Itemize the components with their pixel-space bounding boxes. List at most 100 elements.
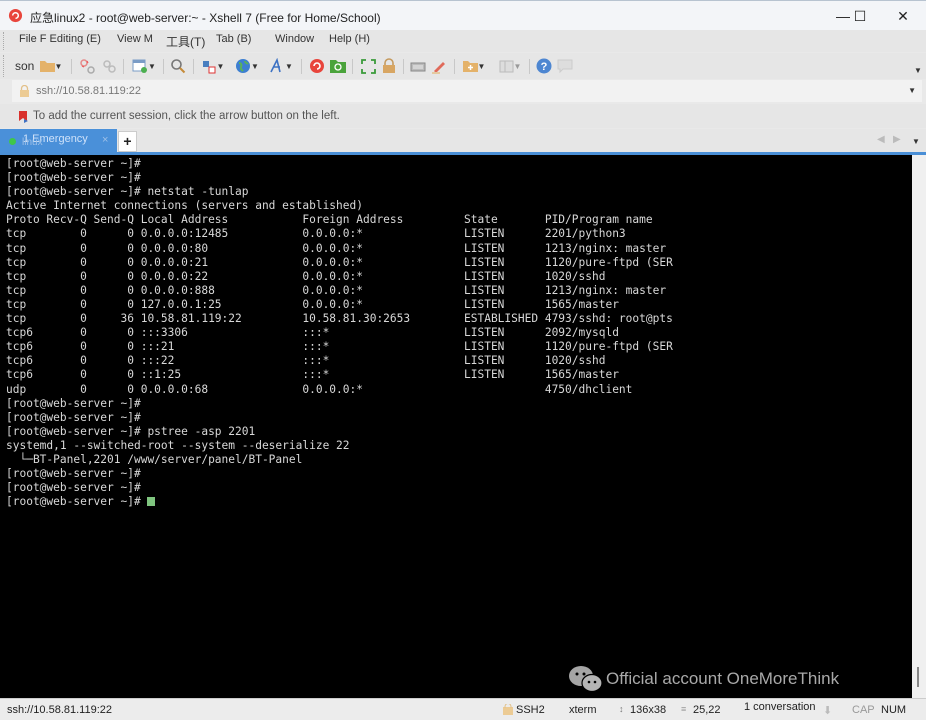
- toolbar-separator: [163, 59, 164, 74]
- maximize-button[interactable]: ☐: [840, 5, 880, 27]
- chevron-down-icon: ▼: [477, 61, 486, 71]
- sessions-arrow-icon[interactable]: ⬇: [823, 704, 832, 717]
- search-icon: [171, 59, 186, 74]
- lock-icon: [20, 85, 29, 97]
- status-num: NUM: [881, 704, 907, 716]
- toolbar-separator: [352, 59, 353, 74]
- menu-help[interactable]: Help (H): [329, 33, 370, 45]
- tab-list-dropdown-icon[interactable]: ▼: [912, 137, 920, 146]
- terminal-area[interactable]: [root@web-server ~]# [root@web-server ~]…: [0, 155, 912, 698]
- xshell-app-icon: [8, 8, 23, 23]
- help-button[interactable]: ?: [535, 57, 553, 75]
- terminal-line: tcp 0 0 0.0.0.0:888 0.0.0.0:* LISTEN 121…: [6, 283, 667, 297]
- chat-button[interactable]: [556, 57, 574, 75]
- terminal-cursor: [147, 497, 156, 507]
- keyboard-button[interactable]: [409, 57, 427, 75]
- scrollbar-thumb[interactable]: [917, 667, 919, 687]
- xftp-button[interactable]: [329, 57, 347, 75]
- terminal-line: [root@web-server ~]#: [6, 467, 141, 481]
- cursor-icon: ≡: [681, 704, 687, 714]
- status-cursor: 25,22: [693, 704, 721, 716]
- help-icon: ?: [536, 58, 552, 74]
- address-bar[interactable]: ssh://10.58.81.119:22 ▼: [12, 80, 922, 102]
- toolbar-separator: [403, 59, 404, 74]
- terminal-line: tcp 0 0 0.0.0.0:21 0.0.0.0:* LISTEN 1120…: [6, 255, 673, 269]
- toolbar-separator: [123, 59, 124, 74]
- status-terminal-type: xterm: [569, 704, 597, 716]
- terminal-line: Active Internet connections (servers and…: [6, 199, 363, 213]
- chevron-down-icon: ▼: [216, 61, 225, 71]
- globe-button[interactable]: ▼: [233, 57, 261, 75]
- fullscreen-icon: [360, 58, 376, 74]
- terminal-scrollbar[interactable]: [912, 155, 926, 698]
- font-button[interactable]: ▼: [267, 57, 295, 75]
- menu-window[interactable]: Window: [275, 33, 314, 45]
- folder-icon: [39, 61, 55, 72]
- terminal-output: [root@web-server ~]# [root@web-server ~]…: [6, 157, 673, 509]
- menu-view[interactable]: View M: [117, 33, 153, 45]
- terminal-line: [root@web-server ~]#: [6, 495, 148, 509]
- status-cap: CAP: [852, 704, 875, 716]
- menu-file[interactable]: File F Editing (E): [19, 33, 101, 45]
- xshell-button[interactable]: [308, 57, 326, 75]
- layout-button[interactable]: ▼: [496, 57, 524, 75]
- layout-icon: [499, 60, 514, 72]
- new-folder-button[interactable]: ▼: [460, 57, 488, 75]
- toolbar-overflow-icon[interactable]: ▼: [914, 66, 922, 75]
- tab-scroll-right-icon[interactable]: ▶: [893, 134, 901, 145]
- address-input[interactable]: ssh://10.58.81.119:22: [36, 85, 141, 97]
- terminal-line: tcp 0 0 0.0.0.0:80 0.0.0.0:* LISTEN 1213…: [6, 241, 667, 255]
- terminal-line: tcp6 0 0 ::1:25 :::* LISTEN 1565/master: [6, 368, 619, 382]
- tab-session[interactable]: 1 Emergency linux ×: [0, 129, 117, 152]
- toolbar-separator: [454, 59, 455, 74]
- toolbar: son ▼ ▼ ▼ ▼ ▼ ▼ ▼ ? ▼: [0, 53, 926, 79]
- bookmark-arrow-icon[interactable]: [18, 111, 30, 123]
- toolbar-separator: [529, 59, 530, 74]
- new-tab-button[interactable]: +: [118, 131, 137, 152]
- terminal-line: tcp 0 36 10.58.81.119:22 10.58.81.30:265…: [6, 312, 673, 326]
- watermark: Official account OneMoreThink: [568, 664, 839, 694]
- session-hint-text: To add the current session, click the ar…: [33, 110, 340, 122]
- menu-tools[interactable]: 工具(T): [166, 33, 205, 50]
- terminal-line: tcp6 0 0 :::3306 :::* LISTEN 2092/mysqld: [6, 326, 619, 340]
- globe-icon: [236, 59, 251, 73]
- menu-grip[interactable]: [3, 32, 7, 50]
- close-icon: ✕: [897, 7, 909, 24]
- chevron-down-icon: ▼: [513, 61, 522, 71]
- terminal-line: tcp6 0 0 :::21 :::* LISTEN 1120/pure-ftp…: [6, 340, 673, 354]
- transfer-button[interactable]: ▼: [199, 57, 227, 75]
- keyboard-icon: [410, 62, 426, 72]
- reconnect-button[interactable]: [100, 57, 118, 75]
- status-size: 136x38: [630, 704, 667, 716]
- toolbar-grip[interactable]: [3, 55, 7, 77]
- lock-icon: [383, 58, 395, 73]
- lock-icon: [503, 704, 513, 715]
- disconnect-button[interactable]: [78, 57, 96, 75]
- watermark-text: Official account OneMoreThink: [606, 669, 840, 688]
- terminal-line: systemd,1 --switched-root --system --des…: [6, 438, 350, 452]
- terminal-line: tcp 0 0 0.0.0.0:12485 0.0.0.0:* LISTEN 2…: [6, 227, 626, 241]
- terminal-line: └─BT-Panel,2201 /www/server/panel/BT-Pan…: [6, 452, 303, 466]
- xshell-icon: [310, 59, 324, 73]
- open-session-button[interactable]: ▼: [38, 57, 64, 75]
- properties-button[interactable]: ▼: [130, 57, 158, 75]
- xftp-icon: [330, 60, 346, 73]
- terminal-line: tcp6 0 0 :::22 :::* LISTEN 1020/sshd: [6, 354, 606, 368]
- resize-icon: ↕: [619, 704, 624, 714]
- close-button[interactable]: ✕: [883, 5, 923, 27]
- fullscreen-button[interactable]: [359, 57, 377, 75]
- tab-scroll-left-icon[interactable]: ◀: [877, 134, 885, 145]
- lock-button[interactable]: [380, 57, 398, 75]
- tab-sublabel: linux: [22, 137, 43, 148]
- chevron-down-icon: ▼: [54, 61, 63, 71]
- status-sessions: 1 conversation: [744, 701, 816, 713]
- menu-tab[interactable]: Tab (B): [216, 33, 251, 45]
- tab-close-icon[interactable]: ×: [102, 134, 108, 146]
- chat-icon: [557, 59, 573, 73]
- terminal-line: tcp 0 0 127.0.0.1:25 0.0.0.0:* LISTEN 15…: [6, 297, 619, 311]
- find-button[interactable]: [169, 57, 187, 75]
- address-dropdown-icon[interactable]: ▼: [908, 86, 916, 95]
- terminal-line: [root@web-server ~]#: [6, 157, 141, 170]
- highlight-button[interactable]: [430, 57, 448, 75]
- status-protocol: SSH2: [516, 704, 545, 716]
